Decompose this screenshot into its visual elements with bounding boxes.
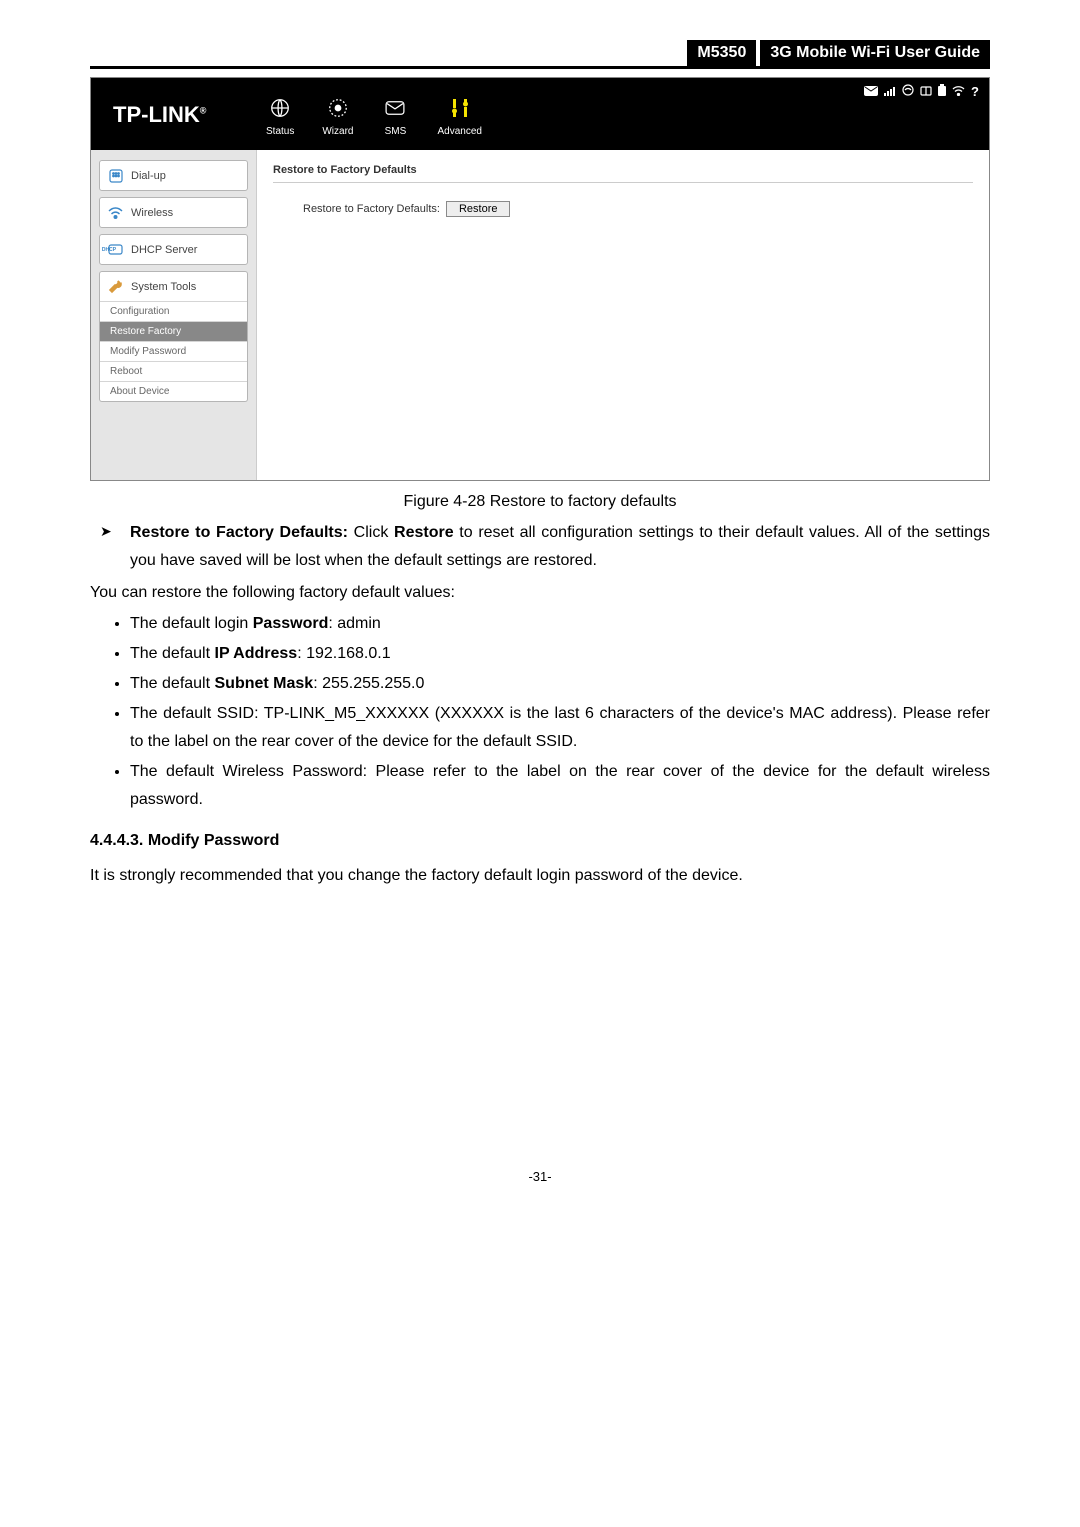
nav-advanced[interactable]: Advanced: [437, 94, 481, 137]
dhcp-icon: DHCP: [108, 242, 123, 257]
list-item: The default Subnet Mask: 255.255.255.0: [130, 670, 990, 698]
sidebar-sub-modify-password[interactable]: Modify Password: [100, 341, 247, 361]
app-screenshot: TP-LINK® Status Wizard SMS: [90, 77, 990, 481]
app-body: Dial-up Wireless DHCP DHCP Server System…: [91, 150, 989, 480]
sidebar-item-label: Wireless: [131, 207, 173, 219]
list-item: The default login Password: admin: [130, 610, 990, 638]
sidebar-submenu: Configuration Restore Factory Modify Pas…: [99, 301, 248, 402]
figure-caption: Figure 4-28 Restore to factory defaults: [90, 493, 990, 511]
bold-span: Restore to Factory Defaults:: [130, 524, 348, 541]
status-tray: ?: [864, 84, 979, 99]
text-span: Click: [348, 524, 394, 541]
brand-logo: TP-LINK®: [91, 84, 256, 128]
content-panel: Restore to Factory Defaults Restore to F…: [256, 150, 989, 480]
wireless-icon: [108, 205, 123, 220]
nav-advanced-label: Advanced: [437, 126, 481, 137]
paragraph: You can restore the following factory de…: [90, 579, 990, 606]
signal-icon: [884, 85, 896, 99]
sidebar-item-dialup[interactable]: Dial-up: [99, 160, 248, 191]
page-number: -31-: [90, 1169, 990, 1184]
model-badge: M5350: [687, 40, 756, 66]
sidebar-item-dhcp[interactable]: DHCP DHCP Server: [99, 234, 248, 265]
nav-sms[interactable]: SMS: [381, 94, 409, 137]
list-item: The default SSID: TP-LINK_M5_XXXXXX (XXX…: [130, 700, 990, 756]
sidebar-item-wireless[interactable]: Wireless: [99, 197, 248, 228]
top-nav: Status Wizard SMS Advanced: [256, 84, 482, 143]
nav-wizard[interactable]: Wizard: [322, 94, 353, 137]
sim-icon: [920, 85, 932, 99]
list-item: The default Wireless Password: Please re…: [130, 758, 990, 814]
sidebar-item-label: Dial-up: [131, 170, 166, 182]
sidebar-sub-configuration[interactable]: Configuration: [100, 301, 247, 321]
list-item: Restore to Factory Defaults: Click Resto…: [130, 519, 990, 575]
wizard-icon: [324, 94, 352, 122]
sidebar-item-label: System Tools: [131, 281, 196, 293]
battery-icon: [938, 84, 946, 99]
wrench-icon: [108, 279, 123, 294]
feature-list: Restore to Factory Defaults: Click Resto…: [130, 519, 990, 575]
sliders-icon: [446, 94, 474, 122]
sidebar-sub-restore-factory[interactable]: Restore Factory: [100, 321, 247, 341]
help-icon[interactable]: ?: [971, 84, 979, 99]
sidebar-sub-reboot[interactable]: Reboot: [100, 361, 247, 381]
mail-icon: [864, 85, 878, 99]
restore-row: Restore to Factory Defaults: Restore: [303, 201, 973, 217]
envelope-icon: [381, 94, 409, 122]
globe-icon: [266, 94, 294, 122]
restore-label: Restore to Factory Defaults:: [303, 203, 440, 215]
nav-status-label: Status: [266, 126, 294, 137]
nav-status[interactable]: Status: [266, 94, 294, 137]
list-item: The default IP Address: 192.168.0.1: [130, 640, 990, 668]
dialup-icon: [108, 168, 123, 183]
connection-icon: [902, 84, 914, 99]
sidebar-item-system-tools[interactable]: System Tools: [99, 271, 248, 301]
sidebar: Dial-up Wireless DHCP DHCP Server System…: [91, 150, 256, 480]
defaults-list: The default login Password: admin The de…: [130, 610, 990, 814]
app-header-bar: TP-LINK® Status Wizard SMS: [91, 78, 989, 150]
nav-sms-label: SMS: [381, 126, 409, 137]
guide-title: 3G Mobile Wi-Fi User Guide: [760, 40, 990, 66]
sidebar-item-label: DHCP Server: [131, 244, 197, 256]
restore-button[interactable]: Restore: [446, 201, 511, 217]
wifi-icon: [952, 85, 965, 99]
doc-header: M5350 3G Mobile Wi-Fi User Guide: [90, 40, 990, 69]
paragraph: It is strongly recommended that you chan…: [90, 862, 990, 889]
sidebar-sub-about-device[interactable]: About Device: [100, 381, 247, 401]
section-heading: 4.4.4.3. Modify Password: [90, 832, 990, 850]
bold-span: Restore: [394, 524, 454, 541]
nav-wizard-label: Wizard: [322, 126, 353, 137]
panel-title: Restore to Factory Defaults: [273, 164, 973, 183]
